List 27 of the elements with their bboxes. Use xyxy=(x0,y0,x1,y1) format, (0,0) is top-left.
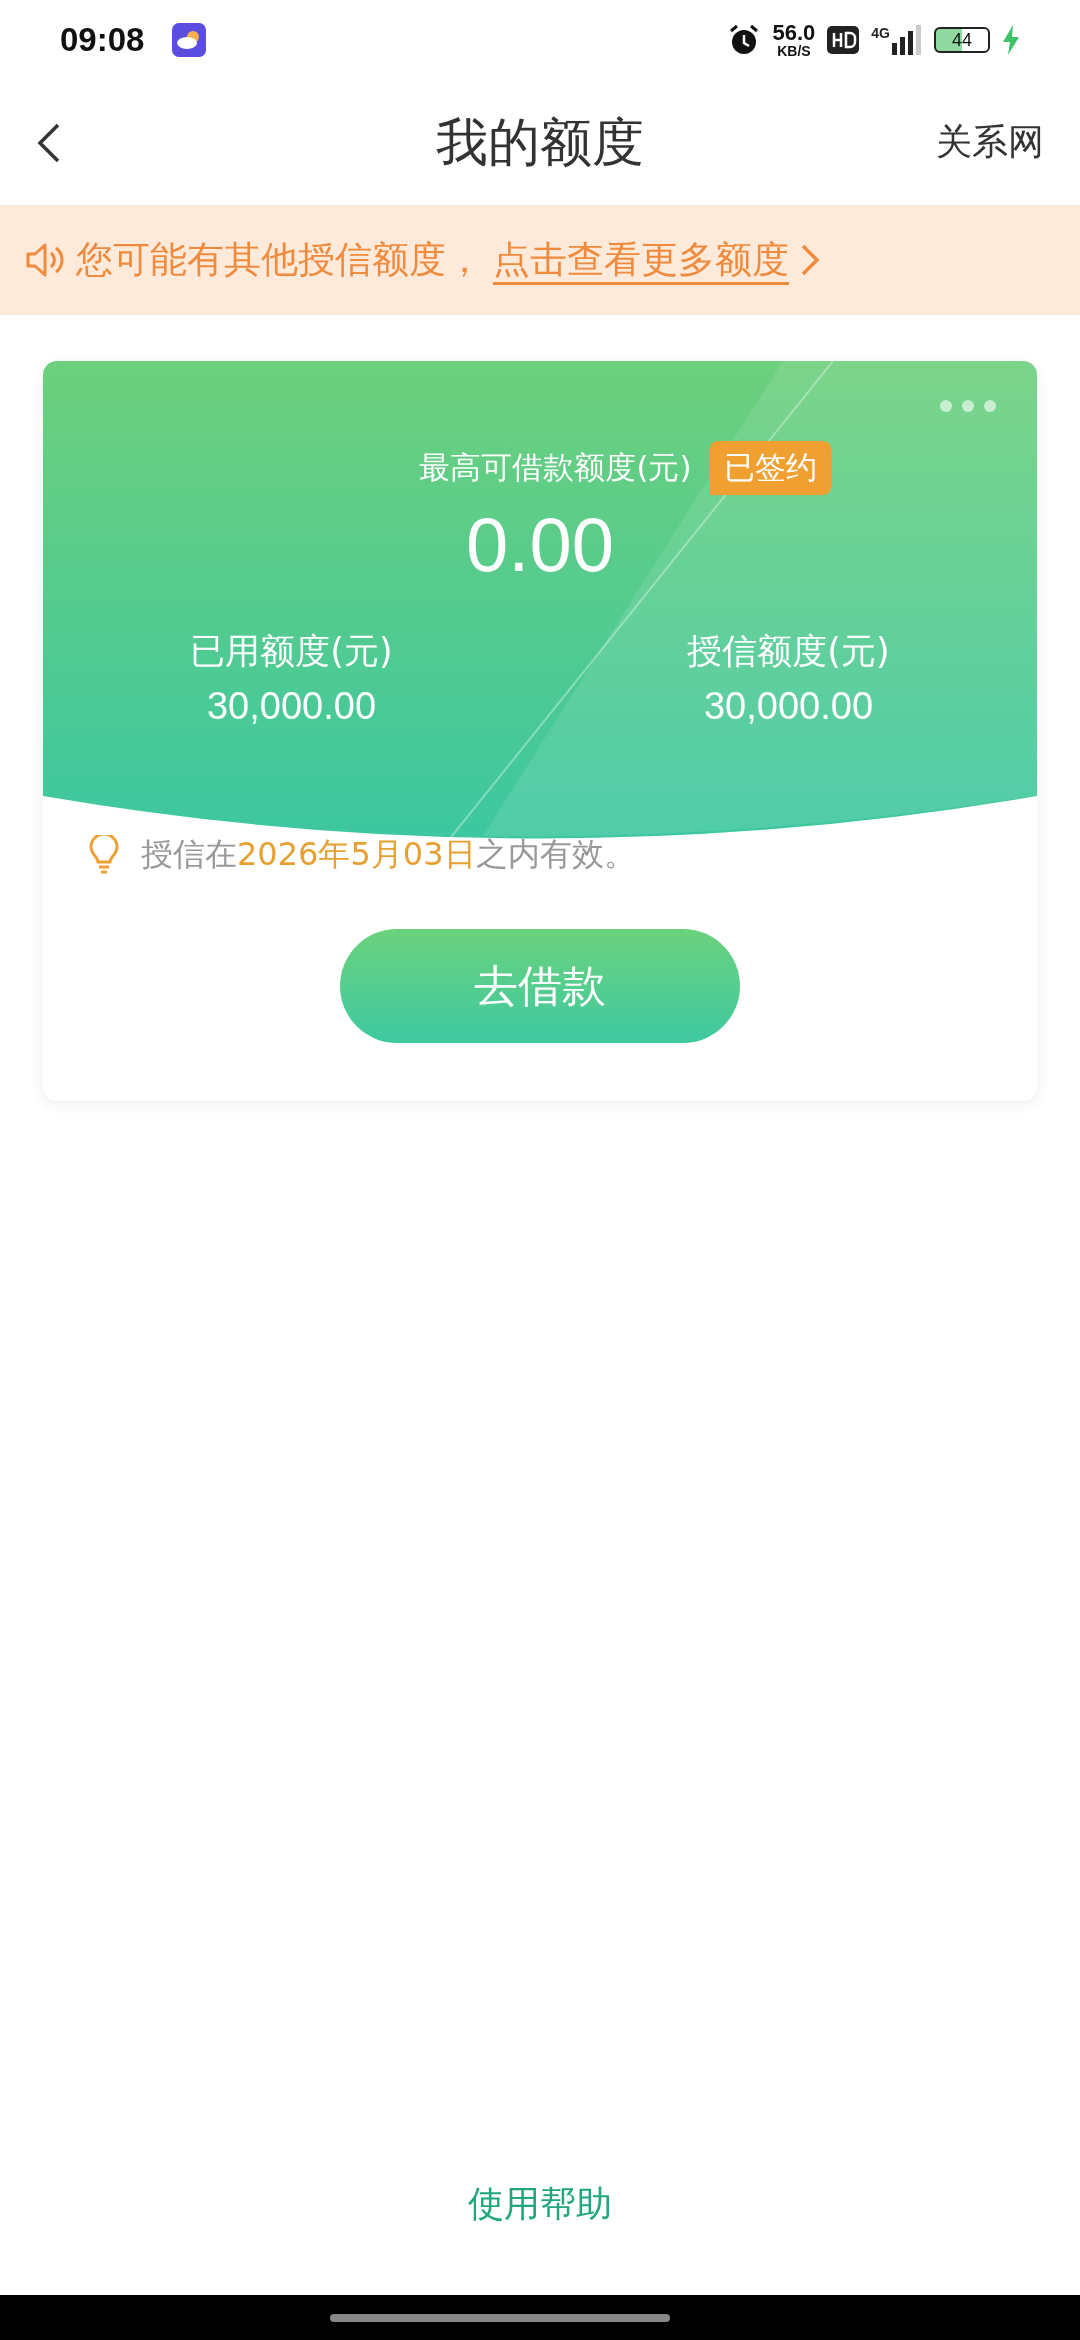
relation-network-link[interactable]: 关系网 xyxy=(936,118,1044,167)
back-icon[interactable] xyxy=(36,122,62,163)
help-link[interactable]: 使用帮助 xyxy=(468,2183,612,2224)
weather-app-icon xyxy=(172,23,207,57)
signal-icon xyxy=(892,25,922,55)
status-time: 09:08 xyxy=(60,21,145,59)
home-indicator[interactable] xyxy=(330,2313,670,2322)
max-credit-value: 0.00 xyxy=(466,501,614,588)
page-title: 我的额度 xyxy=(436,110,644,174)
stat-value: 30,000.00 xyxy=(703,685,874,728)
network-speed: 56.0 xyxy=(772,22,816,44)
stat-label: 授信额度(元) xyxy=(687,630,890,673)
network-type: 4G xyxy=(871,25,890,41)
lightbulb-icon xyxy=(89,835,119,875)
alarm-icon xyxy=(728,24,761,56)
hd-icon xyxy=(827,26,860,54)
stat-label: 已用额度(元) xyxy=(190,630,393,673)
max-credit-label: 最高可借款额度(元) xyxy=(419,448,692,487)
validity-text: 授信在2026年5月03日之内有效。 xyxy=(141,834,636,875)
stat-value: 30,000.00 xyxy=(206,685,377,728)
notice-text: 您可能有其他授信额度， xyxy=(76,237,483,283)
battery-indicator: 44 xyxy=(934,27,990,53)
charging-icon xyxy=(1002,25,1020,55)
more-credit-link[interactable]: 点击查看更多额度 xyxy=(493,235,789,285)
borrow-button[interactable]: 去借款 xyxy=(340,929,740,1043)
signed-badge: 已签约 xyxy=(709,441,831,495)
speed-unit: KB/S xyxy=(777,44,811,58)
